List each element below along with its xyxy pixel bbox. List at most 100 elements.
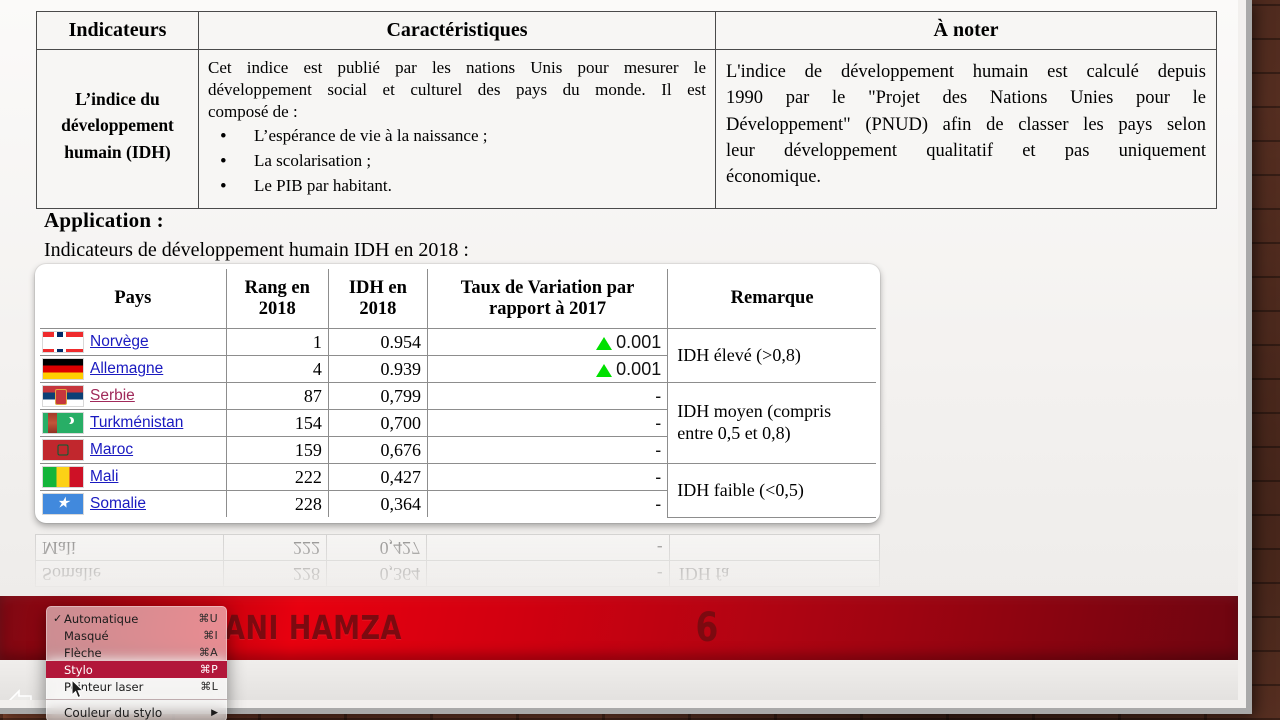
column-header-pays: Pays xyxy=(40,269,227,330)
note-line-4: leur développement qualitatif et pas uni… xyxy=(726,140,1206,161)
turkmenistan-flag xyxy=(42,412,84,435)
reflection-cell: Somalie xyxy=(35,560,224,587)
cell-rang: 159 xyxy=(225,436,329,465)
list-item: La scolarisation ; xyxy=(208,148,706,175)
reflection-cell xyxy=(669,534,880,561)
country-link[interactable]: Norvège xyxy=(90,333,149,351)
menu-item-label: Couleur du stylo xyxy=(64,705,163,720)
application-title: Application : xyxy=(44,208,164,232)
slide-canvas: Indicateurs Caractéristiques À noter L’i… xyxy=(0,0,1238,700)
cell-pays: Mali xyxy=(40,463,227,492)
country-link[interactable]: Turkménistan xyxy=(90,414,183,432)
indicator-name-idh: L’indice du développement humain (IDH) xyxy=(36,48,199,210)
cell-rang: 154 xyxy=(225,409,329,438)
caract-line-1: Cet indice est publié par les nations Un… xyxy=(208,58,706,77)
page-number: 6 xyxy=(695,605,719,651)
cell-variation: 0.001 xyxy=(426,355,669,384)
serbia-flag xyxy=(42,385,84,408)
cell-remarque: IDH faible (<0,5) xyxy=(667,463,876,518)
reflection-cell: Mali xyxy=(35,534,224,561)
caracteristiques-cell: Cet indice est publié par les nations Un… xyxy=(198,48,716,210)
reflection-table: Somalie 228 0,364- IDH fa Mali 222 0,427- xyxy=(35,534,880,587)
menu-item-stylo[interactable]: Stylo ⌘P xyxy=(46,661,227,678)
menu-item-masqu-[interactable]: Masqué ⌘I xyxy=(46,627,227,644)
menu-item-label: Stylo xyxy=(64,662,93,677)
reflection-cell: 228 xyxy=(223,560,327,587)
mali-flag xyxy=(42,466,84,489)
idh-data-table-card: Pays Rang en 2018 IDH en 2018 Taux de Va… xyxy=(35,264,880,523)
column-header-indicateurs: Indicateurs xyxy=(36,11,199,50)
menu-item-shortcut: ⌘U xyxy=(198,612,218,625)
menu-item-label: Masqué xyxy=(64,628,109,643)
country-link[interactable]: Somalie xyxy=(90,495,146,513)
country-link[interactable]: Allemagne xyxy=(90,360,163,378)
cell-variation: - xyxy=(426,436,669,465)
table-row: Serbie 87 0,799- IDH moyen (compris entre 0… xyxy=(40,382,876,465)
caract-bullet-list: L’espérance de vie à la naissance ; La s… xyxy=(208,123,706,200)
pointer-mode-group: ✓ Automatique ⌘U Masqué ⌘I Flèche ⌘A Stylo ⌘P Poi… xyxy=(46,610,227,695)
up-triangle-icon xyxy=(596,336,613,350)
menu-item-automatique[interactable]: ✓ Automatique ⌘U xyxy=(46,610,227,627)
cell-remarque: IDH élevé (>0,8) xyxy=(667,328,876,384)
reflection-cell: 0,364 xyxy=(326,560,427,587)
cell-rang: 1 xyxy=(225,328,329,357)
country-link[interactable]: Maroc xyxy=(90,441,133,459)
menu-item-label: Pointeur laser xyxy=(64,679,144,694)
reflection-cell: - xyxy=(426,534,670,561)
table-row: Mali 222 0,427- IDH faible (<0,5) xyxy=(40,463,876,518)
somalia-flag: ★ xyxy=(42,493,84,516)
table-row: Norvège 1 0.954 0.001 IDH élevé (>0,8) xyxy=(40,328,876,384)
menu-item-shortcut: ⌘I xyxy=(203,629,218,642)
cell-idh: 0.939 xyxy=(327,355,428,384)
cell-pays: Serbie xyxy=(40,382,227,411)
pointer-options-context-menu[interactable]: ✓ Automatique ⌘U Masqué ⌘I Flèche ⌘A Stylo ⌘P Poi… xyxy=(46,606,227,720)
pen-color-group: Couleur du stylo ▶ xyxy=(46,703,227,720)
menu-item-pointeur-laser[interactable]: Pointeur laser ⌘L xyxy=(46,678,227,695)
menu-item-shortcut: ⌘L xyxy=(200,680,218,693)
reflection-cell: IDH fa xyxy=(669,560,880,587)
caract-line-3: composé de : xyxy=(208,102,298,122)
menu-item-label: Automatique xyxy=(64,611,139,626)
country-link[interactable]: Mali xyxy=(90,468,118,486)
idh-table-body: Norvège 1 0.954 0.001 IDH élevé (>0,8) Allema… xyxy=(40,328,876,518)
cell-idh: 0,676 xyxy=(327,436,428,465)
table-row: L’indice du développement humain (IDH) C… xyxy=(36,48,1217,210)
indicators-table: Indicateurs Caractéristiques À noter L’i… xyxy=(36,11,1217,210)
cell-remarque: IDH moyen (compris entre 0,5 et 0,8) xyxy=(667,382,876,465)
menu-item-label: Flèche xyxy=(64,645,102,660)
table-header-row: Indicateurs Caractéristiques À noter xyxy=(36,11,1217,50)
norway-flag xyxy=(42,331,84,354)
submenu-arrow-icon: ▶ xyxy=(211,707,218,718)
menu-item-fl-che[interactable]: Flèche ⌘A xyxy=(46,644,227,661)
reflection-cell: - xyxy=(426,560,670,587)
back-arrow-icon[interactable] xyxy=(6,688,36,700)
cell-rang: 4 xyxy=(225,355,329,384)
table-header-row: Pays Rang en 2018 IDH en 2018 Taux de Va… xyxy=(40,269,876,330)
cell-idh: 0,700 xyxy=(327,409,428,438)
cell-idh: 0,364 xyxy=(327,490,428,518)
menu-item-shortcut: ⌘A xyxy=(198,646,218,659)
application-section: Application : Indicateurs de développeme… xyxy=(44,208,469,262)
note-line-3: Développement" (PNUD) afin de classer le… xyxy=(726,114,1206,135)
column-header-rang: Rang en 2018 xyxy=(225,269,329,330)
morocco-flag xyxy=(42,439,84,462)
country-link[interactable]: Serbie xyxy=(90,387,135,405)
column-header-idh: IDH en 2018 xyxy=(327,269,428,330)
reflection-cell: 0,427 xyxy=(326,534,427,561)
reflection-row: Somalie 228 0,364- IDH fa xyxy=(35,560,880,587)
cell-idh: 0.954 xyxy=(327,328,428,357)
menu-item-couleur-du-stylo[interactable]: Couleur du stylo ▶ xyxy=(46,703,227,720)
cell-variation: - xyxy=(426,409,669,438)
cell-pays: Maroc xyxy=(40,436,227,465)
idh-data-table: Pays Rang en 2018 IDH en 2018 Taux de Va… xyxy=(40,269,876,518)
column-header-a-noter: À noter xyxy=(715,11,1217,50)
list-item: Le PIB par habitant. xyxy=(208,173,706,200)
caract-line-2: développement social et culturel des pay… xyxy=(208,80,706,100)
germany-flag xyxy=(42,358,84,381)
column-header-remarque: Remarque xyxy=(667,269,876,330)
cell-variation: - xyxy=(426,382,669,411)
cell-rang: 222 xyxy=(225,463,329,492)
cell-pays: Turkménistan xyxy=(40,409,227,438)
reflection-cell: 222 xyxy=(223,534,327,561)
list-item: L’espérance de vie à la naissance ; xyxy=(208,123,706,150)
